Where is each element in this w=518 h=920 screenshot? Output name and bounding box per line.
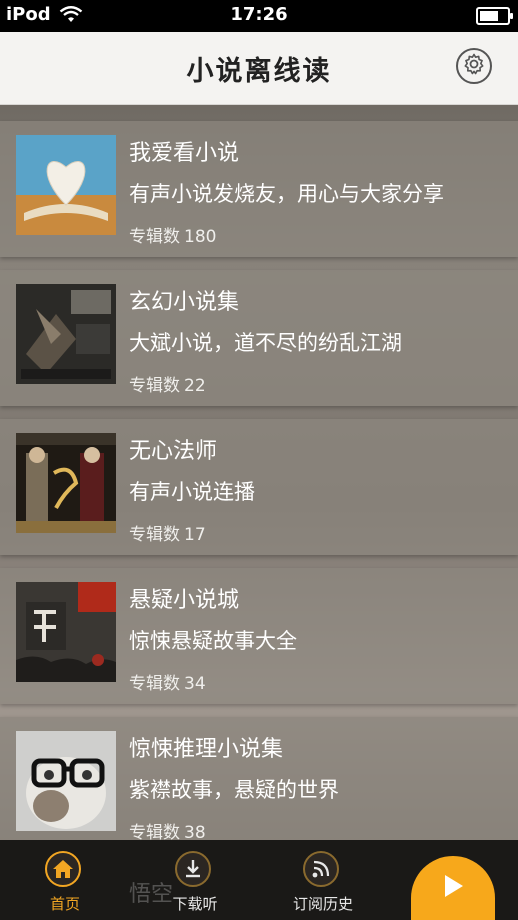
status-time: 17:26 bbox=[230, 4, 288, 25]
album-count: 专辑数 180 bbox=[129, 222, 216, 247]
battery-icon bbox=[476, 7, 513, 25]
tab-label: 下载听 bbox=[172, 895, 218, 913]
gear-icon bbox=[462, 52, 486, 80]
list-item[interactable]: 无心法师 有声小说连播 专辑数 17 bbox=[0, 419, 518, 555]
count-label: 专辑数 bbox=[129, 376, 180, 396]
list-item[interactable]: 我爱看小说 有声小说发烧友，用心与大家分享 专辑数 180 bbox=[0, 121, 518, 257]
tab-label: 首页 bbox=[49, 895, 80, 913]
album-title: 无心法师 bbox=[129, 439, 218, 464]
count-value: 38 bbox=[184, 823, 206, 840]
play-icon bbox=[440, 872, 466, 904]
album-cover bbox=[16, 135, 116, 235]
album-description: 有声小说连播 bbox=[129, 480, 255, 504]
album-description: 惊悚悬疑故事大全 bbox=[129, 629, 297, 653]
tab-download[interactable]: 下载听 bbox=[140, 840, 250, 920]
album-count: 专辑数 17 bbox=[129, 520, 206, 545]
album-title: 悬疑小说城 bbox=[129, 588, 240, 613]
album-description: 大斌小说，道不尽的纷乱江湖 bbox=[129, 331, 402, 355]
album-count: 专辑数 38 bbox=[129, 818, 206, 840]
count-value: 34 bbox=[184, 674, 206, 694]
tab-home[interactable]: 首页 bbox=[10, 840, 120, 920]
album-cover bbox=[16, 731, 116, 831]
count-label: 专辑数 bbox=[129, 823, 180, 840]
album-count: 专辑数 22 bbox=[129, 371, 206, 396]
list-item[interactable]: 惊悚推理小说集 紫襟故事，悬疑的世界 专辑数 38 bbox=[0, 717, 518, 840]
album-cover bbox=[16, 433, 116, 533]
album-cover bbox=[16, 582, 116, 682]
count-value: 180 bbox=[184, 227, 217, 247]
list-item[interactable]: 玄幻小说集 大斌小说，道不尽的纷乱江湖 专辑数 22 bbox=[0, 270, 518, 406]
nav-bar: 小说离线读 bbox=[0, 32, 518, 105]
count-value: 17 bbox=[184, 525, 206, 545]
page-title: 小说离线读 bbox=[186, 55, 332, 87]
count-value: 22 bbox=[184, 376, 206, 396]
album-title: 我爱看小说 bbox=[129, 141, 240, 166]
album-description: 紫襟故事，悬疑的世界 bbox=[129, 778, 339, 802]
album-cover bbox=[16, 284, 116, 384]
album-list: 我爱看小说 有声小说发烧友，用心与大家分享 专辑数 180 玄幻小说集 大斌小说，… bbox=[0, 104, 518, 840]
album-title: 惊悚推理小说集 bbox=[129, 737, 284, 762]
list-item[interactable]: 悬疑小说城 惊悚悬疑故事大全 专辑数 34 bbox=[0, 568, 518, 704]
album-title: 玄幻小说集 bbox=[129, 290, 240, 315]
album-count: 专辑数 34 bbox=[129, 669, 206, 694]
count-label: 专辑数 bbox=[129, 525, 180, 545]
tab-history[interactable]: 订阅历史 bbox=[268, 840, 378, 920]
status-bar: iPod 17:26 bbox=[0, 0, 518, 32]
download-icon bbox=[175, 851, 211, 887]
home-icon bbox=[45, 851, 81, 887]
rss-icon bbox=[303, 851, 339, 887]
tab-label: 订阅历史 bbox=[292, 895, 353, 913]
settings-button[interactable] bbox=[456, 48, 492, 84]
album-description: 有声小说发烧友，用心与大家分享 bbox=[129, 182, 444, 206]
count-label: 专辑数 bbox=[129, 227, 180, 247]
count-label: 专辑数 bbox=[129, 674, 180, 694]
